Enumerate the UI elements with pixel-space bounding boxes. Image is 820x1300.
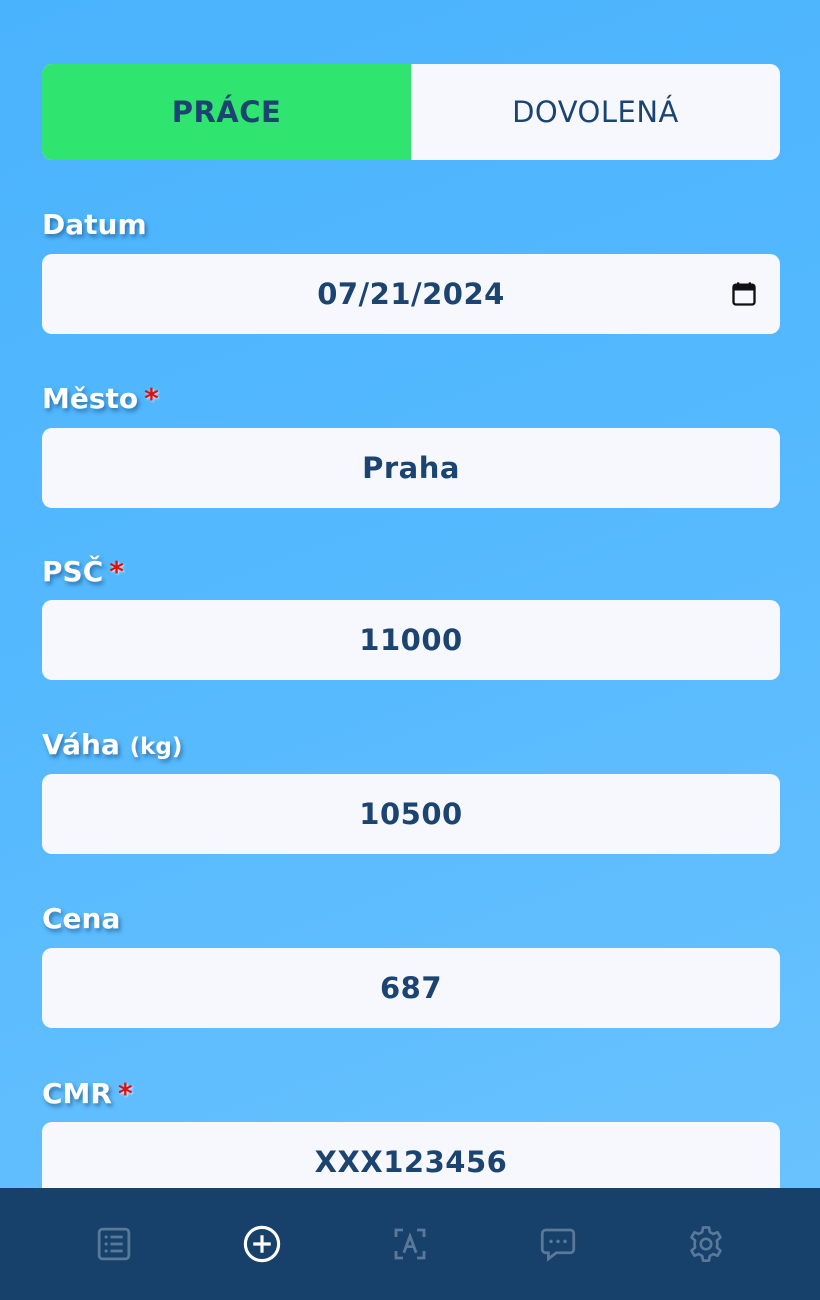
weight-unit: (kg) [129, 734, 183, 760]
gear-icon [690, 1226, 722, 1262]
tab-vacation[interactable]: DOVOLENÁ [411, 64, 780, 160]
date-value: 07/21/2024 [317, 277, 505, 311]
date-label-text: Datum [42, 208, 147, 241]
city-label-text: Město [42, 382, 139, 415]
chat-icon [540, 1228, 576, 1262]
cmr-required-mark: * [117, 1077, 133, 1110]
cmr-value: XXX123456 [314, 1145, 508, 1179]
price-label: Cena [42, 902, 120, 935]
zip-label-text: PSČ [42, 555, 104, 588]
city-required-mark: * [144, 382, 159, 415]
weight-label-text: Váha [42, 728, 120, 761]
list-icon [97, 1227, 131, 1261]
date-field[interactable]: 07/21/2024 [42, 254, 780, 334]
mode-tabs: PRÁCE DOVOLENÁ [42, 64, 780, 160]
zip-label: PSČ * [42, 555, 124, 588]
weight-label: Váha (kg) [42, 728, 182, 761]
weight-value: 10500 [359, 797, 463, 831]
date-label: Datum [42, 208, 147, 241]
add-circle-icon [243, 1225, 281, 1263]
cmr-label-text: CMR [42, 1077, 112, 1110]
nav-translate[interactable] [386, 1220, 434, 1268]
cmr-label: CMR * [42, 1077, 133, 1110]
zip-value: 11000 [359, 623, 463, 657]
bottom-nav [0, 1188, 820, 1300]
calendar-icon[interactable] [730, 280, 758, 308]
price-field[interactable]: 687 [42, 948, 780, 1028]
translate-icon [394, 1228, 426, 1260]
zip-required-mark: * [109, 555, 124, 588]
nav-chat[interactable] [534, 1220, 582, 1268]
city-value: Praha [362, 451, 460, 485]
nav-list[interactable] [90, 1220, 138, 1268]
zip-field[interactable]: 11000 [42, 600, 780, 680]
city-field[interactable]: Praha [42, 428, 780, 508]
price-value: 687 [379, 971, 443, 1005]
tab-work[interactable]: PRÁCE [42, 64, 411, 160]
price-label-text: Cena [42, 902, 121, 935]
nav-add[interactable] [238, 1220, 286, 1268]
city-label: Město * [42, 382, 159, 415]
weight-field[interactable]: 10500 [42, 774, 780, 854]
nav-settings[interactable] [682, 1220, 730, 1268]
